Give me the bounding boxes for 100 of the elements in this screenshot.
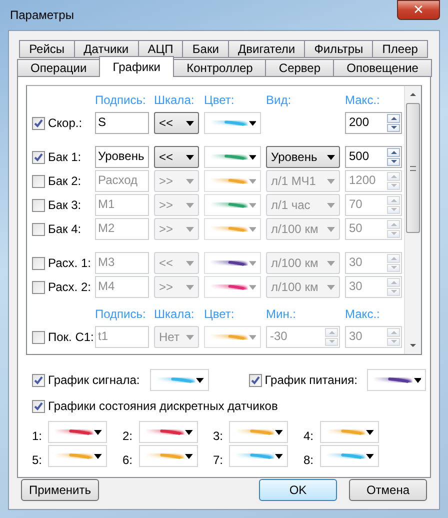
caret-icon <box>275 454 283 458</box>
sensor-label: 2: <box>122 429 134 443</box>
scale-dropdown[interactable]: Нет <box>154 326 199 348</box>
color-picker[interactable] <box>138 421 198 443</box>
spin-down-button[interactable] <box>387 124 400 132</box>
caret-icon <box>186 260 194 266</box>
checkbox[interactable] <box>32 330 45 344</box>
checkbox-label: Графики состояния дискретных датчиков <box>48 399 278 413</box>
checkbox[interactable] <box>32 222 45 236</box>
tab[interactable]: Графики <box>99 56 174 77</box>
caret-icon <box>184 454 192 458</box>
caption-field[interactable]: Расход <box>95 170 149 192</box>
caret-icon <box>414 378 422 382</box>
spin-up-button[interactable] <box>387 114 400 122</box>
number-field[interactable]: 500 <box>345 146 402 168</box>
sensor-label: 8: <box>304 453 315 467</box>
caret-icon <box>327 178 335 184</box>
color-picker[interactable] <box>367 369 426 391</box>
checkbox[interactable] <box>248 374 262 386</box>
color-picker[interactable] <box>320 445 378 467</box>
checkbox[interactable] <box>32 280 45 294</box>
caret-icon <box>248 284 256 290</box>
color-picker[interactable] <box>229 421 288 443</box>
caption-field[interactable]: М1 <box>95 194 149 216</box>
sensor-label: 4: <box>304 429 315 443</box>
checkbox[interactable] <box>32 116 45 130</box>
color-picker[interactable] <box>229 445 288 467</box>
scale-dropdown[interactable]: << <box>154 112 199 134</box>
checkbox[interactable] <box>32 374 45 386</box>
color-picker[interactable] <box>204 170 261 192</box>
view-dropdown[interactable]: л/100 км <box>266 218 340 240</box>
caption-field[interactable]: М3 <box>95 252 149 274</box>
tab[interactable]: Баки <box>182 40 229 58</box>
dialog-button[interactable]: OK <box>259 479 337 501</box>
column-header: Макс.: <box>345 92 381 109</box>
checkbox[interactable] <box>32 174 45 188</box>
caption-field[interactable]: S <box>95 112 149 134</box>
color-picker[interactable] <box>204 326 261 348</box>
color-picker[interactable] <box>204 276 261 298</box>
color-picker[interactable] <box>150 369 209 391</box>
color-picker[interactable] <box>204 146 261 168</box>
color-picker[interactable] <box>48 445 107 467</box>
checkbox[interactable] <box>32 400 45 412</box>
caption-field[interactable]: Уровень <box>95 146 149 168</box>
tab[interactable]: Плеер <box>372 40 428 58</box>
caret-icon <box>327 202 335 208</box>
color-picker[interactable] <box>320 421 378 443</box>
tab[interactable]: Сервер <box>265 59 334 77</box>
tab[interactable]: Датчики <box>74 40 139 58</box>
view-dropdown[interactable]: л/100 км <box>266 252 340 274</box>
caption-field[interactable]: М2 <box>95 218 149 240</box>
spin-down-button[interactable] <box>387 158 400 166</box>
checkbox[interactable] <box>32 150 45 164</box>
sensor-label: 5: <box>32 453 44 467</box>
color-picker[interactable] <box>204 112 261 134</box>
caption-field[interactable]: М4 <box>95 276 149 298</box>
close-button[interactable]: ✕ <box>397 0 440 20</box>
scale-dropdown[interactable]: >> <box>154 276 199 298</box>
caret-icon <box>196 378 204 382</box>
caret-icon <box>94 430 102 434</box>
caption-field[interactable]: t1 <box>95 326 149 348</box>
scale-dropdown[interactable]: << <box>154 146 199 168</box>
column-header: Шкала: <box>154 306 196 323</box>
view-dropdown[interactable]: л/1 час <box>266 194 340 216</box>
tab[interactable]: Контроллер <box>173 59 266 77</box>
tab[interactable]: Двигатели <box>228 40 306 58</box>
view-dropdown[interactable]: Уровень <box>266 146 340 168</box>
color-picker[interactable] <box>48 421 107 443</box>
checkbox-label: График питания: <box>264 373 358 387</box>
caret-icon <box>186 226 194 232</box>
color-picker[interactable] <box>204 194 261 216</box>
tab[interactable]: Оповещение <box>333 59 432 77</box>
checkbox-label: Бак 3: <box>48 198 82 212</box>
view-dropdown[interactable]: л/100 км <box>266 276 340 298</box>
scrollbar[interactable] <box>404 86 421 354</box>
sensor-label: 3: <box>213 429 224 443</box>
scale-dropdown[interactable]: >> <box>154 218 199 240</box>
checkbox-label: Расх. 1: <box>48 256 91 270</box>
color-picker[interactable] <box>204 218 261 240</box>
scale-dropdown[interactable]: << <box>154 252 199 274</box>
scale-dropdown[interactable]: >> <box>154 194 199 216</box>
caret-icon <box>327 154 335 160</box>
color-picker[interactable] <box>138 445 198 467</box>
tab[interactable]: Операции <box>17 59 100 77</box>
dialog-button[interactable]: Отмена <box>349 479 427 501</box>
view-dropdown[interactable]: л/1 МЧ1 <box>266 170 340 192</box>
sensor-label: 1: <box>32 429 44 443</box>
color-picker[interactable] <box>204 252 261 274</box>
tab[interactable]: Фильтры <box>304 40 374 58</box>
sensor-label: 6: <box>122 453 134 467</box>
column-header: Мин.: <box>266 306 297 323</box>
dialog-button[interactable]: Применить <box>21 479 99 501</box>
checkbox[interactable] <box>32 256 45 270</box>
number-field[interactable]: 200 <box>345 112 402 134</box>
scale-dropdown[interactable]: >> <box>154 170 199 192</box>
checkbox[interactable] <box>32 198 45 212</box>
column-header: Макс.: <box>345 306 381 323</box>
tab[interactable]: Рейсы <box>19 40 75 58</box>
spin-up-button[interactable] <box>387 148 400 156</box>
caret-icon <box>186 178 194 184</box>
